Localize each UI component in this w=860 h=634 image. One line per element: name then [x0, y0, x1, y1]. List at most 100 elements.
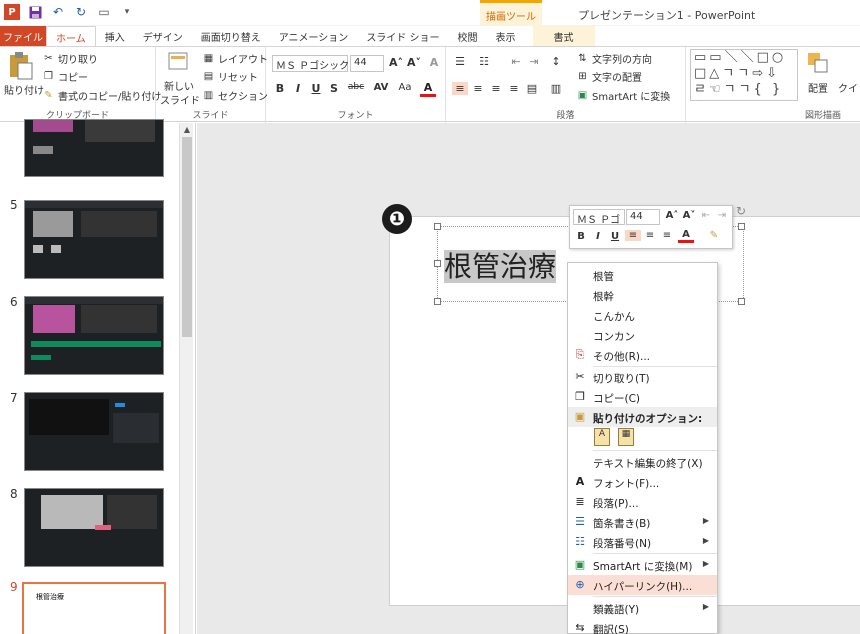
mini-align-left-icon[interactable]: ≡ — [625, 230, 641, 241]
align-left-icon[interactable]: ≡ — [452, 82, 468, 95]
slide-thumbnail-4[interactable] — [24, 119, 164, 177]
reset-button[interactable]: ▤ リセット — [202, 69, 258, 84]
clear-format-icon[interactable]: A — [426, 56, 442, 69]
paste-button[interactable]: 貼り付け — [4, 82, 44, 97]
underline-icon[interactable]: U — [308, 82, 324, 95]
tab-review[interactable]: 校閲 — [449, 26, 487, 46]
slide-thumbnail-5[interactable] — [24, 200, 164, 279]
mini-font-name-combo[interactable]: ＭＳ Ｐゴ — [573, 209, 625, 226]
cut-button[interactable]: ✂ 切り取り — [42, 51, 98, 66]
menu-item-other[interactable]: ⎘ その他(R)... — [568, 345, 717, 365]
shadow-icon[interactable]: S — [326, 82, 342, 95]
arrange-icon[interactable] — [806, 51, 832, 77]
menu-item-suggestion[interactable]: コンカン — [568, 325, 717, 345]
columns-icon[interactable]: ▥ — [548, 82, 564, 95]
tab-insert[interactable]: 挿入 — [96, 26, 134, 46]
mini-shrink-font-icon[interactable]: A˅ — [681, 210, 697, 221]
mini-font-color-icon[interactable]: A — [678, 229, 694, 243]
tab-view[interactable]: 表示 — [487, 26, 525, 46]
strikethrough-icon[interactable]: abc — [346, 82, 366, 92]
menu-item-synonyms[interactable]: 類義語(Y) ▶ — [568, 598, 717, 618]
shapes-gallery[interactable]: ▭▭＼＼□○□△ㄱㄱ⇨⇩ㄹ☜ㄱㄱ{ }☆ — [690, 49, 798, 101]
tab-file[interactable]: ファイル — [0, 26, 46, 46]
text-direction-button[interactable]: ⇅ 文字列の方向 — [576, 51, 652, 66]
quick-styles-label[interactable]: クイック スタイル — [838, 80, 860, 95]
align-text-button[interactable]: ⊞ 文字の配置 — [576, 69, 642, 84]
menu-item-hyperlink[interactable]: ⊕ ハイパーリンク(H)... — [568, 575, 717, 595]
menu-item-paragraph[interactable]: ≣ 段落(P)... — [568, 492, 717, 512]
save-icon[interactable] — [27, 4, 43, 20]
mini-bold-icon[interactable]: B — [573, 231, 589, 242]
menu-item-translate[interactable]: ⇆ 翻訳(S) — [568, 618, 717, 634]
numbering-icon[interactable]: ☷ — [476, 55, 492, 68]
tab-transitions[interactable]: 画面切り替え — [192, 26, 270, 46]
undo-icon[interactable]: ↶ — [50, 4, 66, 20]
new-slide-label-1[interactable]: 新しい — [164, 78, 194, 93]
font-name-combo[interactable]: ＭＳ Ｐゴシック — [272, 55, 349, 72]
mini-underline-icon[interactable]: U — [607, 231, 623, 242]
mini-format-painter-icon[interactable]: ✎ — [706, 230, 722, 241]
thumbnail-scrollbar[interactable]: ▲ — [179, 123, 193, 634]
menu-item-exit-edit[interactable]: テキスト編集の終了(X) — [568, 452, 717, 472]
customize-qat-icon[interactable]: ▾ — [119, 4, 135, 20]
bullets-icon[interactable]: ☰ — [452, 55, 468, 68]
mini-align-center-icon[interactable]: ≡ — [642, 230, 658, 241]
tab-format[interactable]: 書式 — [532, 26, 595, 46]
menu-item-suggestion[interactable]: 根幹 — [568, 285, 717, 305]
char-spacing-icon[interactable]: AV — [370, 82, 392, 93]
rotate-handle-icon[interactable]: ↻ — [736, 204, 746, 218]
menu-item-numbering[interactable]: ☷ 段落番号(N) ▶ — [568, 532, 717, 552]
slideshow-from-start-icon[interactable]: ▭ — [96, 4, 112, 20]
slide-thumbnail-7[interactable] — [24, 392, 164, 471]
smartart-convert-button[interactable]: ▣ SmartArt に変換 — [576, 88, 671, 103]
distributed-icon[interactable]: ▤ — [524, 82, 540, 95]
resize-handle[interactable] — [434, 260, 441, 267]
shrink-font-icon[interactable]: A˅ — [406, 56, 422, 69]
resize-handle[interactable] — [738, 298, 745, 305]
bold-icon[interactable]: B — [272, 82, 288, 95]
menu-item-smartart[interactable]: ▣ SmartArt に変換(M) ▶ — [568, 555, 717, 575]
align-center-icon[interactable]: ≡ — [470, 82, 486, 95]
slide-thumbnail-8[interactable] — [24, 488, 164, 567]
paste-icon[interactable] — [8, 51, 34, 81]
resize-handle[interactable] — [738, 223, 745, 230]
resize-handle[interactable] — [434, 223, 441, 230]
menu-item-bullets[interactable]: ☰ 箇条書き(B) ▶ — [568, 512, 717, 532]
mini-increase-indent-icon[interactable]: ⇥ — [714, 210, 730, 221]
slide-title-text[interactable]: 根管治療 — [444, 245, 557, 285]
mini-grow-font-icon[interactable]: A˄ — [664, 210, 680, 221]
tab-home[interactable]: ホーム — [46, 26, 96, 46]
align-right-icon[interactable]: ≡ — [488, 82, 504, 95]
menu-item-copy[interactable]: ❐ コピー(C) — [568, 387, 717, 407]
slide-thumbnail-6[interactable] — [24, 296, 164, 375]
format-painter-button[interactable]: ✎ 書式のコピー/貼り付け — [42, 88, 161, 103]
new-slide-label-2[interactable]: スライド — [160, 92, 200, 107]
tab-design[interactable]: デザイン — [134, 26, 192, 46]
menu-item-cut[interactable]: ✂ 切り取り(T) — [568, 367, 717, 387]
decrease-indent-icon[interactable]: ⇤ — [508, 55, 524, 68]
mini-font-size-combo[interactable]: 44 — [626, 209, 660, 225]
menu-item-suggestion[interactable]: こんかん — [568, 305, 717, 325]
paste-keep-formatting-icon[interactable]: A — [594, 428, 610, 446]
tab-slideshow[interactable]: スライド ショー — [357, 26, 448, 46]
change-case-icon[interactable]: Aa — [394, 82, 416, 93]
redo-icon[interactable]: ↻ — [73, 4, 89, 20]
slide-thumbnail-9-selected[interactable]: 根管治療 — [22, 582, 166, 634]
resize-handle[interactable] — [434, 298, 441, 305]
mini-italic-icon[interactable]: I — [590, 231, 606, 242]
scroll-up-icon[interactable]: ▲ — [182, 125, 192, 135]
menu-item-font[interactable]: A フォント(F)... — [568, 472, 717, 492]
scroll-thumb[interactable] — [182, 137, 192, 337]
font-color-icon[interactable]: A — [420, 81, 436, 97]
new-slide-icon[interactable] — [166, 49, 190, 73]
paste-picture-icon[interactable]: ▦ — [618, 428, 634, 446]
arrange-label[interactable]: 配置 — [808, 80, 828, 95]
font-size-combo[interactable]: 44 — [350, 55, 384, 72]
justify-icon[interactable]: ≡ — [506, 82, 522, 95]
italic-icon[interactable]: I — [290, 82, 306, 95]
layout-button[interactable]: ▦ レイアウト — [202, 51, 268, 66]
tab-animations[interactable]: アニメーション — [270, 26, 358, 46]
selected-text[interactable]: 根管治療 — [444, 250, 557, 283]
increase-indent-icon[interactable]: ⇥ — [526, 55, 542, 68]
menu-item-suggestion[interactable]: 根管 — [568, 265, 717, 285]
